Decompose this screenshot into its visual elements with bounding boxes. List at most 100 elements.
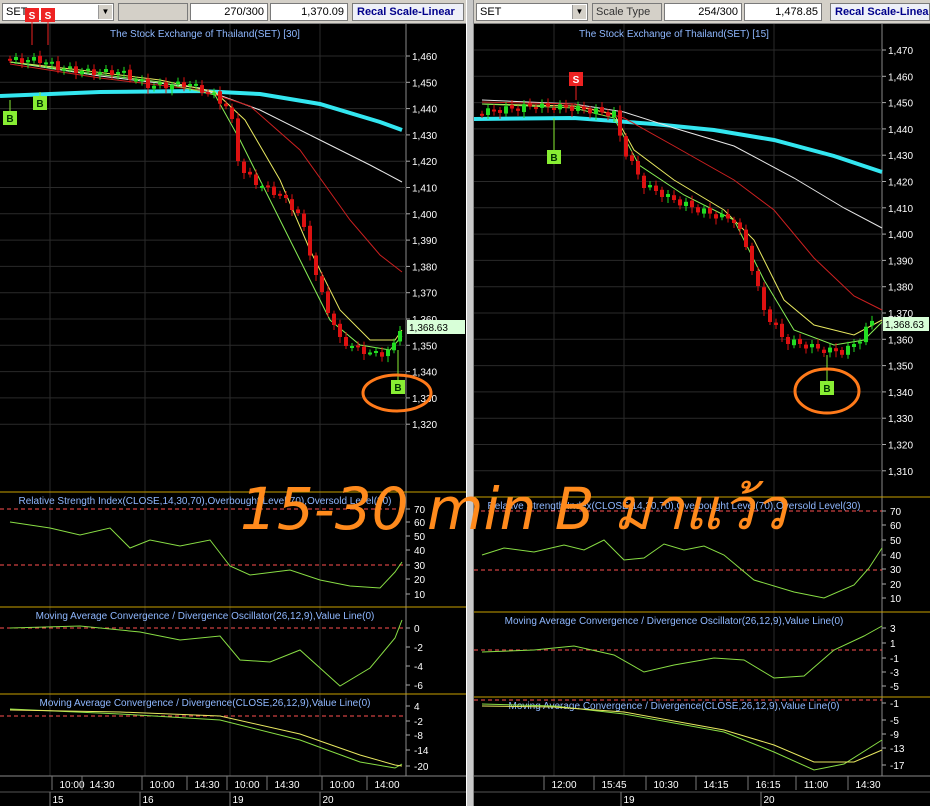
indicator-tick-label: 0 xyxy=(414,624,420,635)
pane-splitter[interactable] xyxy=(466,0,474,806)
indicator-line xyxy=(9,708,403,769)
candle-body xyxy=(230,107,234,119)
candle-body xyxy=(810,344,814,348)
candle-body xyxy=(296,209,300,213)
candle-body xyxy=(756,271,760,286)
indicator-tick-label: -3 xyxy=(890,668,899,679)
candle-body xyxy=(618,110,622,136)
candle-body xyxy=(56,61,60,71)
price-tick-label: 1,420 xyxy=(412,157,437,168)
candle-body xyxy=(98,72,102,74)
candle-body xyxy=(176,81,180,85)
chart-canvas[interactable]: The Stock Exchange of Thailand(SET) [15]… xyxy=(474,0,930,806)
candle-body xyxy=(62,68,66,71)
candle-body xyxy=(26,60,30,63)
candle-body xyxy=(546,103,550,107)
candle-body xyxy=(362,346,366,354)
candle-body xyxy=(672,195,676,200)
candle-body xyxy=(780,323,784,337)
candle-body xyxy=(654,185,658,191)
buy-signal-label: B xyxy=(6,114,13,125)
candle-body xyxy=(254,174,258,185)
candle-body xyxy=(110,70,114,75)
candle-body xyxy=(504,106,508,114)
candle-body xyxy=(738,222,742,229)
candle-body xyxy=(92,69,96,75)
buy-signal-label: B xyxy=(394,383,401,394)
candle-body xyxy=(786,337,790,344)
candle-body xyxy=(212,92,216,95)
chart-title: The Stock Exchange of Thailand(SET) [30] xyxy=(110,29,300,40)
time-label: 14:15 xyxy=(703,780,728,791)
indicator-tick-label: -8 xyxy=(414,731,423,742)
candle-body xyxy=(660,189,664,197)
price-tick-label: 1,430 xyxy=(412,131,437,142)
candle-body xyxy=(218,91,222,104)
candle-body xyxy=(792,339,796,346)
candle-body xyxy=(68,66,72,69)
candle-body xyxy=(612,111,616,118)
price-tick-label: 1,350 xyxy=(412,341,437,352)
candle-body xyxy=(684,201,688,206)
candle-body xyxy=(732,219,736,223)
candle-body xyxy=(582,106,586,110)
price-tick-label: 1,320 xyxy=(888,441,913,452)
day-label: 16 xyxy=(142,795,154,806)
price-tick-label: 1,400 xyxy=(412,210,437,221)
candle-body xyxy=(308,225,312,256)
candle-body xyxy=(858,341,862,344)
time-label: 15:45 xyxy=(601,780,626,791)
candle-body xyxy=(822,349,826,353)
candle-body xyxy=(630,155,634,161)
indicator-tick-label: -20 xyxy=(414,762,429,773)
candle-body xyxy=(798,338,802,344)
candle-body xyxy=(774,322,778,325)
candle-body xyxy=(816,344,820,349)
candle-body xyxy=(840,350,844,355)
candle-body xyxy=(528,103,532,107)
candle-body xyxy=(380,352,384,357)
chart-title: The Stock Exchange of Thailand(SET) [15] xyxy=(579,29,769,40)
time-label: 10:00 xyxy=(329,780,354,791)
candle-body xyxy=(398,331,402,342)
indicator-tick-label: -2 xyxy=(414,717,423,728)
indicator-tick-label: -1 xyxy=(890,699,899,710)
moving-average-line xyxy=(9,61,403,341)
candle-body xyxy=(344,337,348,346)
indicator-tick-label: -13 xyxy=(890,744,905,755)
price-tick-label: 1,470 xyxy=(888,46,913,57)
price-tick-label: 1,320 xyxy=(412,420,437,431)
indicator-tick-label: -4 xyxy=(414,662,423,673)
time-label: 10:30 xyxy=(653,780,678,791)
candle-body xyxy=(350,346,354,348)
chart-canvas[interactable]: The Stock Exchange of Thailand(SET) [30]… xyxy=(0,0,466,806)
price-tick-label: 1,460 xyxy=(888,72,913,83)
candle-body xyxy=(708,207,712,214)
candle-body xyxy=(200,85,204,93)
sell-signal-label: S xyxy=(29,11,36,22)
candle-body xyxy=(326,291,330,313)
day-label: 19 xyxy=(232,795,244,806)
indicator-line xyxy=(481,705,883,763)
indicator-tick-label: 40 xyxy=(890,551,902,562)
indicator-tick-label: 60 xyxy=(890,521,902,532)
indicator-tick-label: 3 xyxy=(890,624,896,635)
candle-body xyxy=(368,352,372,355)
candle-body xyxy=(606,112,610,117)
candle-body xyxy=(594,108,598,114)
candle-body xyxy=(86,68,90,71)
indicator-title: Moving Average Convergence / Divergence … xyxy=(505,616,844,627)
candle-body xyxy=(870,320,874,326)
buy-signal-label: B xyxy=(550,153,557,164)
price-tick-label: 1,390 xyxy=(412,236,437,247)
price-tick-label: 1,400 xyxy=(888,230,913,241)
candle-body xyxy=(206,92,210,95)
indicator-tick-label: 20 xyxy=(890,580,902,591)
candle-body xyxy=(852,344,856,347)
candle-body xyxy=(248,171,252,175)
price-tick-label: 1,410 xyxy=(412,184,437,195)
price-tick-label: 1,460 xyxy=(412,52,437,63)
candle-body xyxy=(588,108,592,114)
indicator-line xyxy=(9,709,403,767)
candle-body xyxy=(170,84,174,90)
